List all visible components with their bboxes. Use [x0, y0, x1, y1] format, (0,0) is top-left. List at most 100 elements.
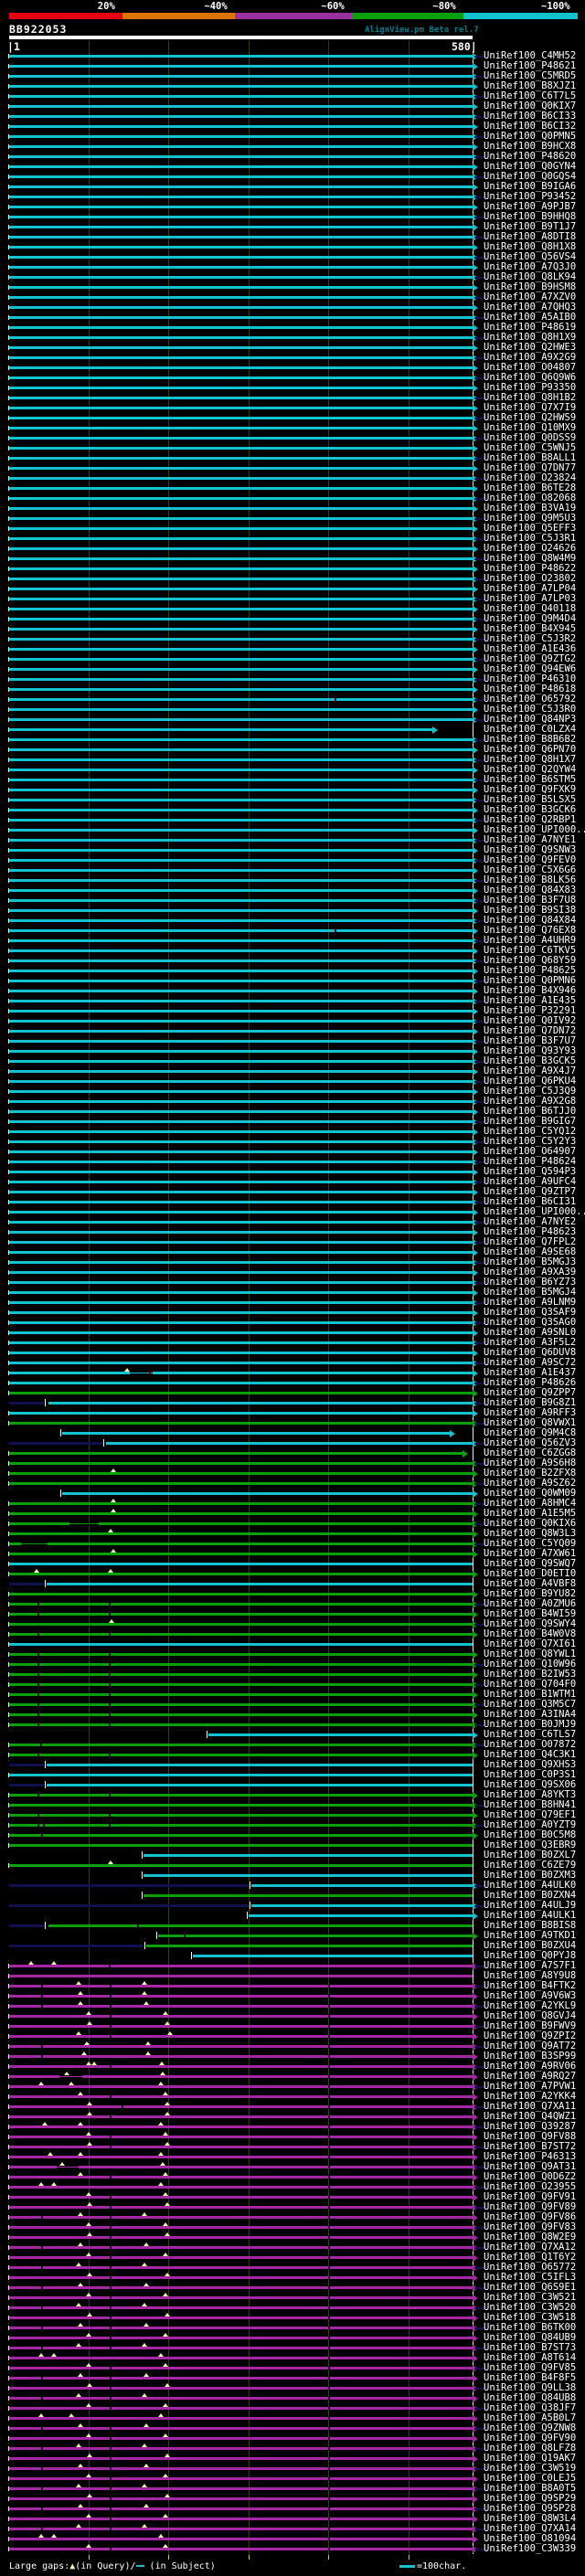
- alignment-bar[interactable]: [9, 125, 473, 128]
- alignment-bar[interactable]: [9, 306, 473, 309]
- alignment-bar[interactable]: [9, 2347, 473, 2349]
- alignment-bar[interactable]: [9, 467, 473, 470]
- alignment-bar[interactable]: [9, 2236, 473, 2239]
- alignment-bar[interactable]: [9, 2085, 473, 2088]
- alignment-bar[interactable]: [9, 1603, 473, 1606]
- alignment-bar[interactable]: [9, 2186, 473, 2189]
- alignment-bar[interactable]: [9, 2497, 473, 2500]
- alignment-bar[interactable]: [9, 1744, 473, 1746]
- alignment-bar[interactable]: [9, 1070, 473, 1073]
- alignment-bar[interactable]: [9, 779, 473, 781]
- alignment-bar[interactable]: [9, 2487, 473, 2490]
- alignment-bar[interactable]: [9, 75, 473, 78]
- alignment-bar[interactable]: [144, 1854, 473, 1857]
- alignment-bar[interactable]: [9, 2176, 473, 2178]
- alignment-bar[interactable]: [48, 1402, 473, 1405]
- alignment-bar[interactable]: [62, 1492, 473, 1495]
- alignment-bar[interactable]: [9, 1975, 473, 1977]
- alignment-bar[interactable]: [9, 376, 473, 379]
- alignment-bar[interactable]: [9, 990, 473, 992]
- alignment-bar[interactable]: [48, 1924, 473, 1927]
- alignment-bar[interactable]: [9, 346, 473, 349]
- alignment-bar[interactable]: [9, 296, 473, 299]
- alignment-bar[interactable]: [9, 206, 473, 208]
- alignment-bar[interactable]: [9, 1532, 473, 1535]
- alignment-bar[interactable]: [9, 819, 473, 822]
- alignment-bar[interactable]: [9, 1362, 473, 1364]
- alignment-bar[interactable]: [9, 447, 473, 450]
- alignment-bar[interactable]: [9, 2115, 473, 2118]
- alignment-bar[interactable]: [9, 1472, 473, 1475]
- alignment-bar[interactable]: [9, 2397, 473, 2400]
- alignment-bar[interactable]: [9, 1613, 473, 1616]
- alignment-bar[interactable]: [9, 497, 473, 500]
- alignment-bar[interactable]: [9, 1040, 473, 1043]
- alignment-bar[interactable]: [9, 879, 473, 882]
- alignment-bar[interactable]: [9, 1030, 473, 1033]
- alignment-bar[interactable]: [9, 1754, 473, 1756]
- alignment-bar[interactable]: [208, 1733, 473, 1736]
- alignment-bar[interactable]: [9, 2407, 473, 2410]
- alignment-bar[interactable]: [9, 1130, 473, 1133]
- alignment-bar[interactable]: [9, 1100, 473, 1103]
- alignment-bar[interactable]: [9, 105, 473, 108]
- alignment-bar[interactable]: [249, 1914, 473, 1917]
- alignment-bar[interactable]: [9, 2125, 473, 2128]
- alignment-bar[interactable]: [47, 1764, 473, 1766]
- alignment-bar[interactable]: [9, 2035, 473, 2038]
- alignment-bar[interactable]: [9, 256, 473, 259]
- alignment-bar[interactable]: [9, 95, 473, 98]
- alignment-bar[interactable]: [9, 326, 473, 329]
- alignment-bar[interactable]: [9, 567, 473, 570]
- alignment-bar[interactable]: [9, 2166, 473, 2168]
- alignment-bar[interactable]: [9, 336, 473, 339]
- alignment-bar[interactable]: [9, 2427, 473, 2430]
- alignment-bar[interactable]: [9, 728, 432, 731]
- alignment-bar[interactable]: [9, 2437, 473, 2440]
- alignment-bar[interactable]: [9, 145, 473, 148]
- alignment-bar[interactable]: [9, 397, 473, 399]
- alignment-bar[interactable]: [9, 1341, 473, 1344]
- alignment-bar[interactable]: [9, 1573, 473, 1575]
- alignment-bar[interactable]: [9, 437, 473, 440]
- alignment-bar[interactable]: [9, 1553, 473, 1555]
- alignment-bar[interactable]: [9, 1392, 473, 1394]
- alignment-bar[interactable]: [9, 889, 473, 892]
- alignment-bar[interactable]: [9, 2316, 473, 2319]
- alignment-bar[interactable]: [9, 175, 473, 178]
- alignment-bar[interactable]: [9, 869, 473, 872]
- alignment-bar[interactable]: [9, 738, 473, 741]
- alignment-bar[interactable]: [9, 2045, 473, 2048]
- alignment-bar[interactable]: [9, 65, 473, 68]
- alignment-bar[interactable]: [9, 2206, 473, 2209]
- alignment-bar[interactable]: [144, 1894, 473, 1897]
- alignment-bar[interactable]: [9, 2055, 473, 2058]
- alignment-bar[interactable]: [9, 1060, 473, 1063]
- alignment-bar[interactable]: [9, 155, 473, 158]
- alignment-bar[interactable]: [9, 959, 473, 962]
- alignment-bar[interactable]: [9, 1110, 473, 1113]
- alignment-bar[interactable]: [9, 1372, 473, 1374]
- alignment-bar[interactable]: [9, 1171, 473, 1173]
- alignment-bar[interactable]: [9, 2226, 473, 2229]
- alignment-bar[interactable]: [9, 2477, 473, 2480]
- alignment-bar[interactable]: [9, 366, 473, 369]
- alignment-bar[interactable]: [9, 517, 473, 520]
- alignment-bar[interactable]: [9, 1995, 473, 1998]
- alignment-bar[interactable]: [9, 1673, 473, 1676]
- alignment-bar[interactable]: [9, 487, 473, 490]
- alignment-bar[interactable]: [9, 708, 473, 711]
- alignment-bar[interactable]: [9, 2548, 473, 2550]
- alignment-bar[interactable]: [9, 1633, 473, 1636]
- alignment-bar[interactable]: [9, 2507, 473, 2510]
- alignment-bar[interactable]: [9, 1864, 473, 1867]
- alignment-bar[interactable]: [9, 356, 473, 359]
- alignment-bar[interactable]: [9, 226, 473, 228]
- alignment-bar[interactable]: [9, 849, 473, 852]
- alignment-bar[interactable]: [9, 598, 473, 600]
- alignment-bar[interactable]: [9, 1251, 473, 1254]
- alignment-bar[interactable]: [9, 2105, 473, 2108]
- alignment-bar[interactable]: [9, 1271, 473, 1274]
- alignment-bar[interactable]: [9, 1191, 473, 1193]
- alignment-bar[interactable]: [9, 688, 473, 691]
